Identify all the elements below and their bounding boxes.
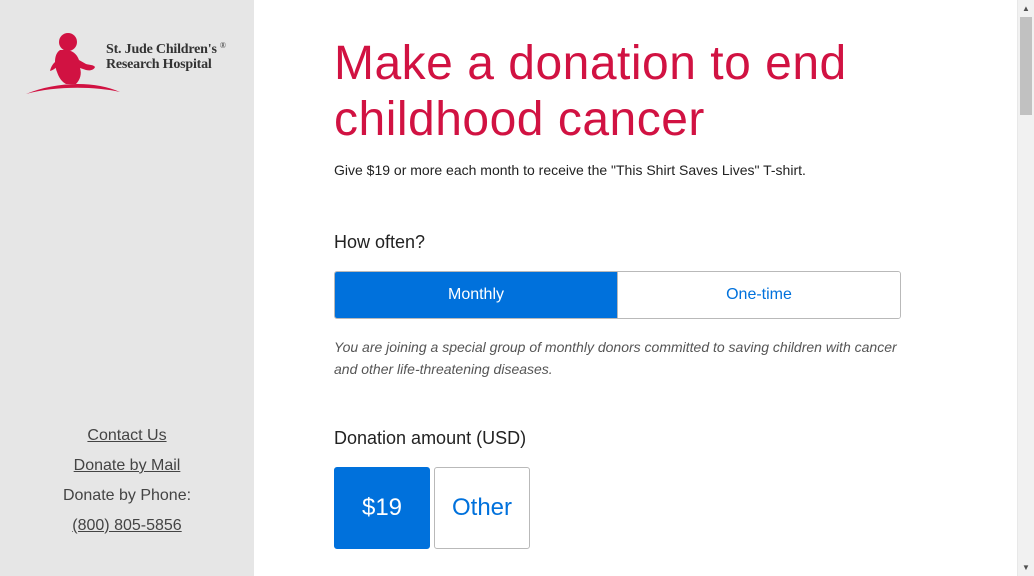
amount-19-button[interactable]: $19 [334, 467, 430, 549]
amount-other-button[interactable]: Other [434, 467, 530, 549]
registered-mark: ® [219, 41, 226, 50]
donate-by-phone-label: Donate by Phone: [62, 487, 192, 504]
st-jude-logo[interactable]: St. Jude Children's Research Hospital ® [24, 30, 234, 100]
scroll-down-arrow-icon[interactable]: ▼ [1018, 559, 1034, 576]
frequency-label: How often? [334, 232, 426, 252]
logo-line-1: St. Jude Children's [106, 42, 217, 57]
tshirt-offer-text: Give $19 or more each month to receive t… [334, 162, 806, 178]
frequency-toggle: Monthly One-time [334, 271, 901, 319]
donate-by-mail-link[interactable]: Donate by Mail [74, 457, 181, 474]
donation-page: St. Jude Children's Research Hospital ® … [0, 0, 1034, 576]
monthly-button[interactable]: Monthly [335, 272, 617, 318]
scroll-up-arrow-icon[interactable]: ▲ [1018, 0, 1034, 17]
one-time-button[interactable]: One-time [617, 272, 900, 318]
scroll-thumb[interactable] [1020, 17, 1032, 115]
sidebar: St. Jude Children's Research Hospital ® … [0, 0, 254, 576]
monthly-donor-note: You are joining a special group of month… [334, 339, 897, 377]
vertical-scrollbar[interactable]: ▲ ▼ [1017, 0, 1034, 576]
logo-text: St. Jude Children's Research Hospital ® [106, 41, 226, 72]
page-title: Make a donation to end childhood cancer [334, 37, 847, 146]
sidebar-links: Contact Us Donate by Mail Donate by Phon… [0, 424, 254, 544]
phone-number-link[interactable]: (800) 805-5856 [72, 517, 181, 534]
contact-us-link[interactable]: Contact Us [87, 427, 166, 444]
logo-line-2: Research Hospital [106, 57, 212, 72]
donation-amount-label: Donation amount (USD) [334, 428, 527, 448]
